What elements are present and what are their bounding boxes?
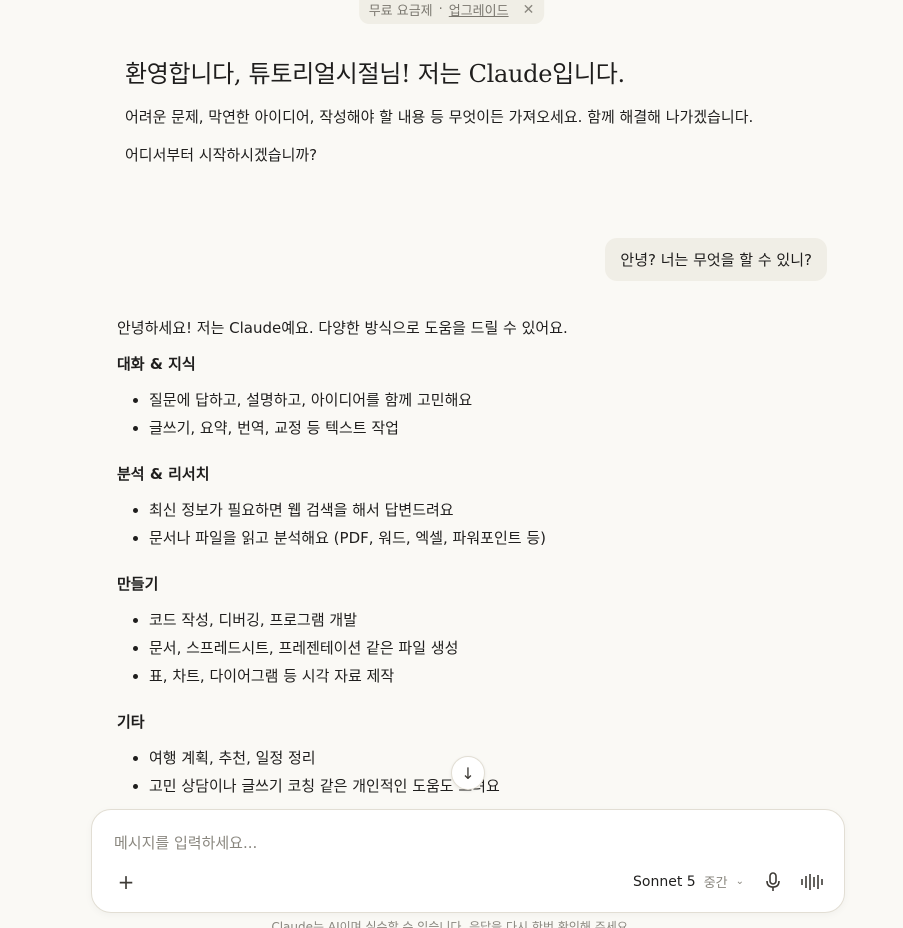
bullet-list: 코드 작성, 디버깅, 프로그램 개발 문서, 스프레드시트, 프레젠테이션 같… [117,606,817,690]
reply-intro: 안녕하세요! 저는 Claude예요. 다양한 방식으로 도움을 드릴 수 있어… [117,319,568,337]
welcome-title: 환영합니다, 튜토리얼시절님! 저는 Claude입니다. [125,60,625,88]
waveform-icon [801,874,823,890]
chat-page: 무료 요금제 · 업그레이드 ✕ 환영합니다, 튜토리얼시절님! 저는 Clau… [0,0,903,928]
add-attachment-button[interactable]: + [112,868,140,896]
user-message: 안녕? 너는 무엇을 할 수 있니? [605,238,827,281]
voice-mode-button[interactable] [798,868,826,896]
disclaimer-text: Claude는 AI이며 실수할 수 있습니다. 응답을 다시 한번 확인해 주… [271,920,632,928]
banner-separator: · [438,2,443,17]
microphone-icon [766,872,780,891]
bullet-list: 질문에 답하고, 설명하고, 아이디어를 함께 고민해요 글쓰기, 요약, 번역… [117,386,817,442]
scroll-to-bottom-button[interactable]: ↓ [451,756,485,790]
list-item: 문서나 파일을 읽고 분석해요 (PDF, 워드, 엑셀, 파워포인트 등) [149,524,817,552]
arrow-down-icon: ↓ [461,763,475,783]
welcome-paragraph: 어려운 문제, 막연한 아이디어, 작성해야 할 내용 등 무엇이든 가져오세요… [125,108,754,126]
list-item: 최신 정보가 필요하면 웹 검색을 해서 답변드려요 [149,496,817,524]
list-item: 글쓰기, 요약, 번역, 교정 등 텍스트 작업 [149,414,817,442]
model-selector[interactable]: Sonnet 5 중간 ⌄ [633,872,744,892]
effort-label: 중간 [703,876,728,891]
plan-label: 무료 요금제 [368,4,433,19]
section-heading: 대화 & 지식 [117,355,196,373]
message-input[interactable] [112,830,816,856]
close-icon[interactable]: ✕ [523,2,535,18]
section-heading: 기타 [117,713,145,731]
reply-section: 만들기 코드 작성, 디버깅, 프로그램 개발 문서, 스프레드시트, 프레젠테… [117,572,817,690]
microphone-button[interactable] [760,868,786,896]
bullet-list: 최신 정보가 필요하면 웹 검색을 해서 답변드려요 문서나 파일을 읽고 분석… [117,496,817,552]
assistant-message: 안녕하세요! 저는 Claude예요. 다양한 방식으로 도움을 드릴 수 있어… [117,316,817,800]
list-item: 문서, 스프레드시트, 프레젠테이션 같은 파일 생성 [149,634,817,662]
welcome-message: 환영합니다, 튜토리얼시절님! 저는 Claude입니다. 어려운 문제, 막연… [125,54,805,169]
chevron-down-icon: ⌄ [735,876,744,887]
upgrade-link[interactable]: 업그레이드 [449,0,509,19]
reply-section: 분석 & 리서치 최신 정보가 필요하면 웹 검색을 해서 답변드려요 문서나 … [117,462,817,552]
message-composer: + Sonnet 5 중간 ⌄ [91,809,845,913]
list-item: 질문에 답하고, 설명하고, 아이디어를 함께 고민해요 [149,386,817,414]
model-name: Sonnet 5 [633,873,696,890]
list-item: 코드 작성, 디버깅, 프로그램 개발 [149,606,817,634]
reply-section: 대화 & 지식 질문에 답하고, 설명하고, 아이디어를 함께 고민해요 글쓰기… [117,352,817,442]
list-item: 표, 차트, 다이어그램 등 시각 자료 제작 [149,662,817,690]
plan-banner: 무료 요금제 · 업그레이드 ✕ [358,0,545,24]
plus-icon: + [117,870,135,894]
section-heading: 만들기 [117,575,159,593]
section-heading: 분석 & 리서치 [117,465,210,483]
welcome-question: 어디서부터 시작하시겠습니까? [125,146,318,164]
